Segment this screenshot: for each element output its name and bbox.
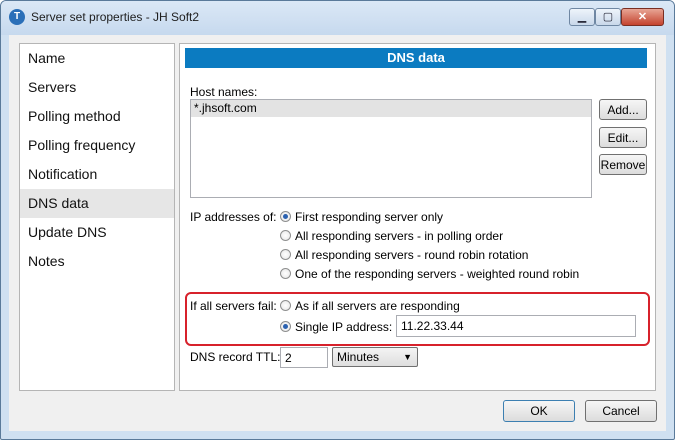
fail-option-single-ip[interactable]: Single IP address:	[280, 319, 392, 335]
remove-host-button[interactable]: Remove	[599, 154, 647, 175]
host-name-item[interactable]: *.jhsoft.com	[191, 100, 591, 117]
radio-button-icon[interactable]	[280, 268, 291, 279]
chevron-down-icon: ▼	[403, 352, 412, 362]
fail-option-as-responding[interactable]: As if all servers are responding	[280, 298, 460, 314]
title-bar[interactable]: T Server set properties - JH Soft2 ▁ ▢ ✕	[1, 1, 674, 35]
ip-option-first-responding[interactable]: First responding server only	[280, 209, 443, 225]
radio-button-icon[interactable]	[280, 230, 291, 241]
nav-item-notification[interactable]: Notification	[20, 160, 174, 189]
panel-header: DNS data	[185, 48, 647, 68]
nav-item-polling-method[interactable]: Polling method	[20, 102, 174, 131]
radio-button-icon[interactable]	[280, 211, 291, 222]
radio-button-icon[interactable]	[280, 321, 291, 332]
host-names-label: Host names:	[190, 85, 258, 99]
ttl-label: DNS record TTL:	[190, 350, 281, 364]
fail-label: If all servers fail:	[190, 299, 277, 313]
nav-item-update-dns[interactable]: Update DNS	[20, 218, 174, 247]
host-names-list[interactable]: *.jhsoft.com	[190, 99, 592, 198]
ip-option-weighted-round-robin[interactable]: One of the responding servers - weighted…	[280, 266, 579, 282]
single-ip-input[interactable]	[396, 315, 636, 337]
nav-item-servers[interactable]: Servers	[20, 73, 174, 102]
edit-host-button[interactable]: Edit...	[599, 127, 647, 148]
settings-nav: Name Servers Polling method Polling freq…	[19, 43, 175, 391]
dns-data-panel: DNS data Host names: *.jhsoft.com Add...…	[179, 43, 656, 391]
dialog-client-area: Name Servers Polling method Polling freq…	[9, 35, 666, 431]
ip-option-round-robin[interactable]: All responding servers - round robin rot…	[280, 247, 528, 263]
add-host-button[interactable]: Add...	[599, 99, 647, 120]
radio-button-icon[interactable]	[280, 300, 291, 311]
nav-item-name[interactable]: Name	[20, 44, 174, 73]
ok-button[interactable]: OK	[503, 400, 575, 422]
radio-button-icon[interactable]	[280, 249, 291, 260]
app-icon: T	[9, 9, 25, 25]
ip-addresses-label: IP addresses of:	[190, 210, 277, 224]
dialog-window: T Server set properties - JH Soft2 ▁ ▢ ✕…	[0, 0, 675, 440]
cancel-button[interactable]: Cancel	[585, 400, 657, 422]
close-button[interactable]: ✕	[621, 8, 664, 26]
nav-item-dns-data[interactable]: DNS data	[20, 189, 174, 218]
maximize-button[interactable]: ▢	[595, 8, 621, 26]
ip-option-polling-order[interactable]: All responding servers - in polling orde…	[280, 228, 503, 244]
nav-item-polling-frequency[interactable]: Polling frequency	[20, 131, 174, 160]
ttl-unit-select[interactable]: Minutes ▼	[332, 347, 418, 367]
ttl-value-input[interactable]	[280, 347, 328, 368]
minimize-button[interactable]: ▁	[569, 8, 595, 26]
window-title: Server set properties - JH Soft2	[31, 10, 200, 24]
nav-item-notes[interactable]: Notes	[20, 247, 174, 276]
